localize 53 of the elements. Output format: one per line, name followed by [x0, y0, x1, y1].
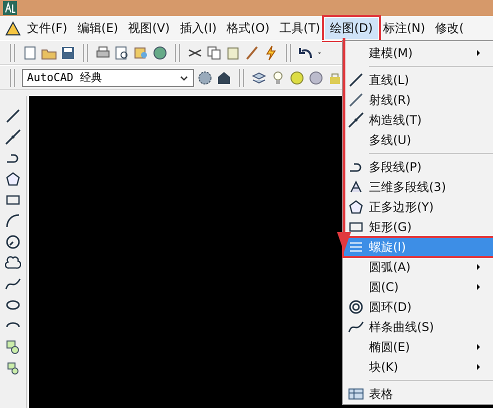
menu-item[interactable]: 三维多段线(3)	[343, 177, 493, 197]
menu-title[interactable]: 插入(I)	[174, 18, 222, 38]
menu-item[interactable]: 多线(U)	[343, 130, 493, 150]
pentagon-icon[interactable]	[5, 171, 21, 187]
new-file-icon[interactable]	[22, 44, 38, 60]
3d-polyline-icon	[348, 179, 364, 195]
menu-item[interactable]: 样条曲线(S)	[343, 317, 493, 337]
make-block-icon[interactable]	[5, 360, 21, 376]
insert-block-icon[interactable]	[5, 339, 21, 355]
menu-item[interactable]: 圆弧(A)	[343, 257, 493, 277]
donut-icon	[348, 299, 364, 315]
menu-item[interactable]: 射线(R)	[343, 90, 493, 110]
menu-item[interactable]: 构造线(T)	[343, 110, 493, 130]
pentagon-icon	[348, 199, 364, 215]
menu-item[interactable]: 直线(L)	[343, 70, 493, 90]
house-icon[interactable]	[216, 70, 232, 86]
printer-icon[interactable]	[95, 44, 111, 60]
table-icon	[348, 386, 364, 402]
arc-icon[interactable]	[5, 213, 21, 229]
menu-title[interactable]: 文件(F)	[22, 18, 72, 38]
construction-line-icon[interactable]	[5, 129, 21, 145]
line-icon	[348, 72, 364, 88]
menu-item[interactable]: 矩形(G)	[343, 217, 493, 237]
menu-item[interactable]: 多段线(P)	[343, 157, 493, 177]
app-menu-icon[interactable]	[4, 19, 22, 37]
layers-icon[interactable]	[251, 70, 267, 86]
menu-title[interactable]: 修改(	[430, 18, 469, 38]
brush-icon[interactable]	[244, 44, 260, 60]
workspace-combo[interactable]: AutoCAD 经典	[22, 68, 194, 86]
circle-icon[interactable]	[5, 234, 21, 250]
line-icon[interactable]	[5, 108, 21, 124]
construction-line-icon	[348, 112, 364, 128]
menu-item[interactable]: 块(K)	[343, 357, 493, 377]
ray-icon	[348, 92, 364, 108]
menu-title[interactable]: 绘图(D)	[325, 18, 378, 38]
menu-item[interactable]: 圆(C)	[343, 277, 493, 297]
copy-icon[interactable]	[206, 44, 222, 60]
cloud-icon[interactable]	[5, 255, 21, 271]
save-icon[interactable]	[60, 44, 76, 60]
menu-item[interactable]: 圆环(D)	[343, 297, 493, 317]
menu-title[interactable]: 标注(N)	[378, 18, 430, 38]
menu-title[interactable]: 编辑(E)	[72, 18, 124, 38]
spline-icon	[348, 319, 364, 335]
spline-icon[interactable]	[5, 276, 21, 292]
preview-icon[interactable]	[114, 44, 130, 60]
menu-title[interactable]: 视图(V)	[123, 18, 175, 38]
lightning-icon[interactable]	[263, 44, 279, 60]
menu-item[interactable]: 椭圆(E)	[343, 337, 493, 357]
menu-title[interactable]: 格式(O)	[222, 18, 275, 38]
menu-title[interactable]: 工具(T)	[274, 18, 326, 38]
menu-item[interactable]: 建模(M)	[343, 43, 493, 63]
menu-item[interactable]: 表格	[343, 384, 493, 404]
menu-item[interactable]: 正多边形(Y)	[343, 197, 493, 217]
